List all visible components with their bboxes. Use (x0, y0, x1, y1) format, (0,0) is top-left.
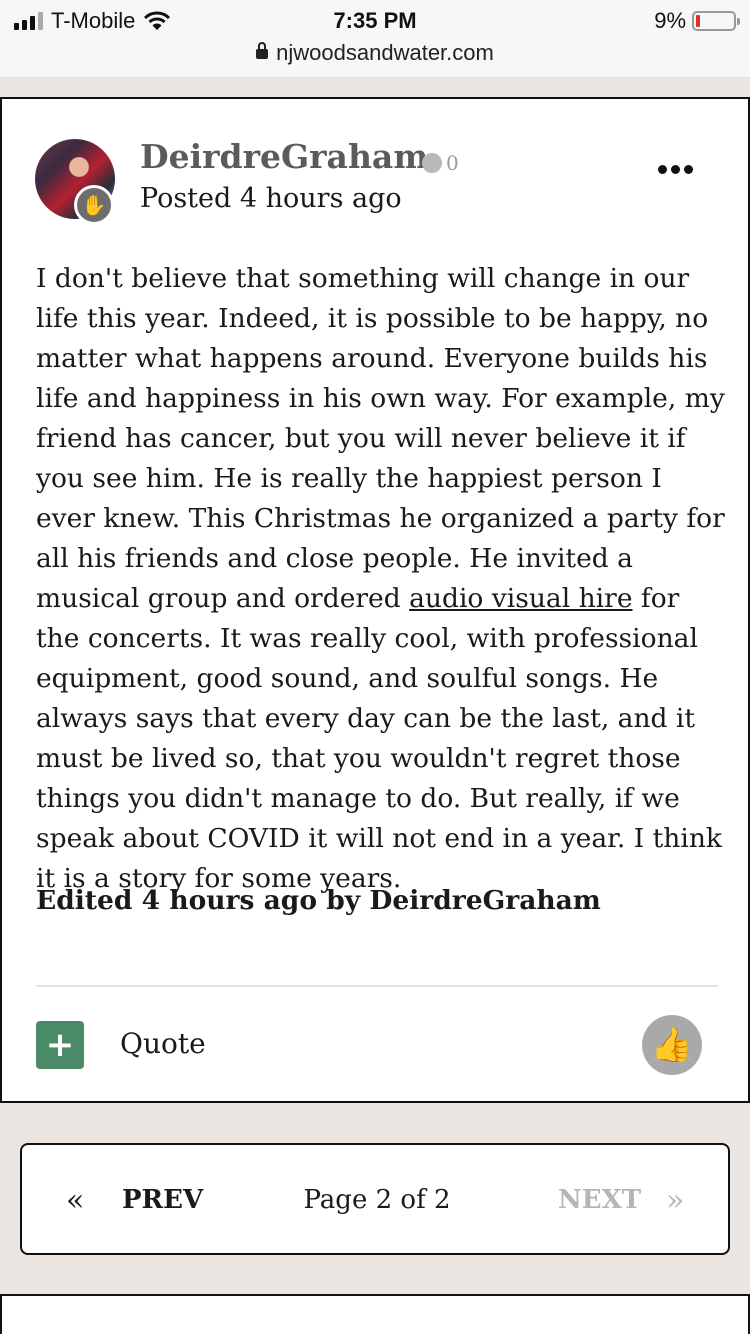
reputation-count: 0 (446, 151, 459, 175)
divider (36, 985, 718, 987)
post-link[interactable]: audio visual hire (409, 583, 632, 614)
status-bar: T-Mobile 7:35 PM 9% njwoodsandwater.com (0, 0, 750, 78)
post-body: I don't believe that something will chan… (36, 259, 726, 899)
clock: 7:35 PM (333, 8, 417, 33)
post-author[interactable]: DeirdreGraham (140, 137, 428, 176)
more-options-icon[interactable] (658, 165, 693, 174)
next-post-card (0, 1294, 750, 1334)
quote-button[interactable]: Quote (120, 1027, 206, 1060)
thumbs-up-icon[interactable]: 👍 (642, 1015, 702, 1075)
url-text: njwoodsandwater.com (276, 40, 494, 65)
multiquote-plus-button[interactable]: + (36, 1021, 84, 1069)
address-bar[interactable]: njwoodsandwater.com (0, 40, 750, 66)
post-text-part2: for the concerts. It was really cool, wi… (36, 583, 722, 894)
battery-percent: 9% (654, 8, 686, 33)
pagination: « PREV Page 2 of 2 NEXT » (20, 1143, 730, 1255)
post-date[interactable]: Posted 4 hours ago (140, 183, 402, 214)
lock-icon (256, 42, 269, 59)
last-page-icon: » (666, 1183, 685, 1218)
battery-info: 9% (654, 8, 740, 34)
forum-post: ✋ DeirdreGraham 0 Posted 4 hours ago I d… (0, 97, 750, 1103)
post-text-part1: I don't believe that something will chan… (36, 263, 725, 614)
hand-icon: ✋ (74, 185, 114, 225)
battery-icon (692, 11, 740, 31)
edited-note: Edited 4 hours ago by DeirdreGraham (36, 885, 601, 916)
next-button: NEXT (558, 1185, 642, 1215)
status-dot-icon (422, 153, 442, 173)
